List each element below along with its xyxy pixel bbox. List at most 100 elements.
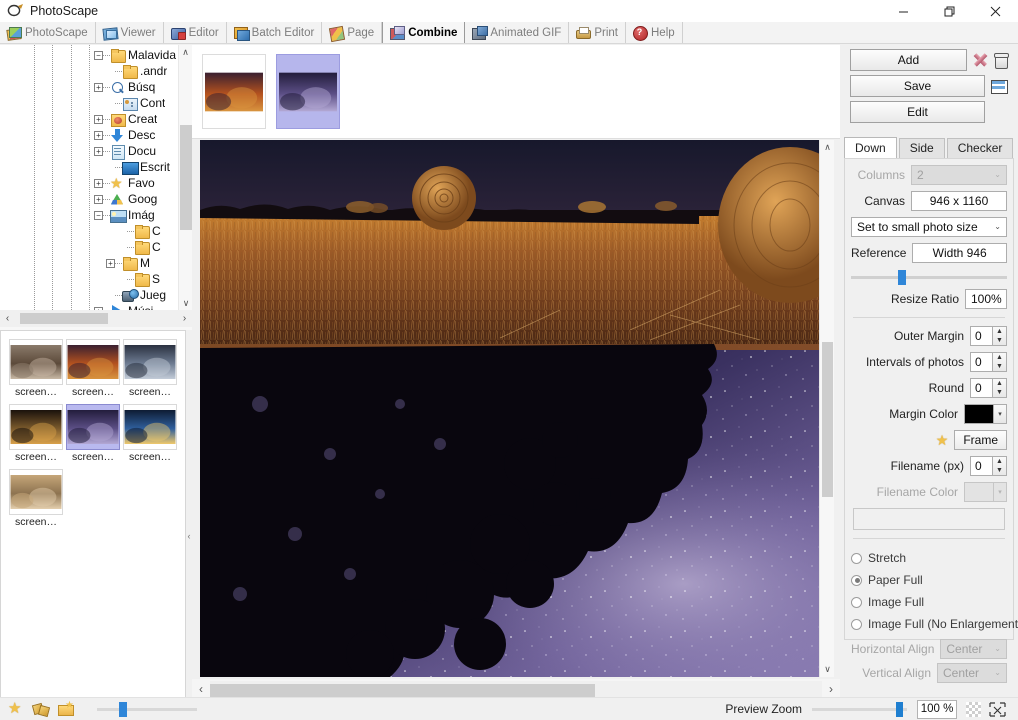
add-favorite-icon[interactable] xyxy=(33,702,50,717)
reference-slider-knob[interactable] xyxy=(897,269,906,285)
fit-option-paper-full[interactable]: Paper Full xyxy=(851,569,1007,591)
thumbnail-item[interactable]: screen… xyxy=(66,339,120,398)
tree-item[interactable]: + Favo xyxy=(0,175,192,192)
tree-expander-icon[interactable]: + xyxy=(94,114,103,124)
filename-text-field[interactable] xyxy=(853,508,1005,530)
stepper-down-icon[interactable]: ▼ xyxy=(993,336,1006,345)
tree-hscroll-thumb[interactable] xyxy=(20,313,108,324)
stepper-down-icon[interactable]: ▼ xyxy=(993,388,1006,397)
mode-tab-help[interactable]: Help xyxy=(626,22,683,43)
mode-tab-viewer[interactable]: Viewer xyxy=(96,22,164,43)
intervals-value[interactable]: 0 xyxy=(970,352,992,372)
thumbnail-item[interactable]: screen… xyxy=(9,404,63,463)
checkerboard-icon[interactable] xyxy=(966,701,981,717)
maximize-button[interactable] xyxy=(926,0,972,22)
tree-item[interactable]: S xyxy=(0,271,192,287)
favorites-star-icon[interactable] xyxy=(8,699,25,717)
thumbnail-image-cat-on-wood[interactable] xyxy=(9,339,63,385)
tab-checker[interactable]: Checker xyxy=(946,138,1014,158)
preview-horizontal-scrollbar[interactable]: ‹ › xyxy=(192,679,840,699)
mode-tab-page[interactable]: Page xyxy=(322,22,383,43)
frame-button[interactable]: Frame xyxy=(954,430,1007,450)
thumbnail-item[interactable]: screen… xyxy=(123,339,177,398)
round-value[interactable]: 0 xyxy=(970,378,992,398)
tree-expander-icon[interactable]: + xyxy=(106,258,115,268)
thumbnail-image-seal-on-sand[interactable] xyxy=(9,469,63,515)
tree-expander-icon[interactable]: + xyxy=(94,178,103,188)
tree-scroll-thumb[interactable] xyxy=(180,125,192,230)
stepper-down-icon[interactable]: ▼ xyxy=(993,466,1006,475)
tree-item[interactable]: C xyxy=(0,239,192,255)
filmstrip-item-milky-way-night[interactable] xyxy=(276,54,340,129)
tree-item[interactable]: C xyxy=(0,223,192,239)
tree-item[interactable]: Escrit xyxy=(0,159,192,175)
mode-tab-combine[interactable]: Combine xyxy=(382,22,466,43)
tab-side[interactable]: Side xyxy=(898,138,945,158)
preview-hscroll-track[interactable] xyxy=(210,680,822,698)
outer-margin-stepper[interactable]: 0 ▲ ▼ xyxy=(970,326,1007,346)
tree-item[interactable]: + Goog xyxy=(0,191,192,207)
combine-preview-canvas[interactable] xyxy=(200,140,820,677)
thumbnail-image-hay-bale-sunset[interactable] xyxy=(66,339,120,385)
thumbnail-size-slider[interactable] xyxy=(97,701,197,717)
folder-tree[interactable]: − Malavida .andr + Búsq Cont + Creat + Desc + Docu E… xyxy=(0,45,192,310)
tree-expander-icon[interactable]: − xyxy=(94,210,103,220)
tree-item[interactable]: − Malavida xyxy=(0,47,192,63)
minimize-button[interactable] xyxy=(880,0,926,22)
tree-item[interactable]: + Búsq xyxy=(0,79,192,95)
round-stepper[interactable]: 0 ▲ ▼ xyxy=(970,378,1007,398)
tree-item[interactable]: + M xyxy=(0,255,192,271)
preview-zoom-track[interactable] xyxy=(812,701,907,717)
thumbnail-image-bird-on-branch[interactable] xyxy=(9,404,63,450)
thumbnail-image-milky-way-night[interactable] xyxy=(66,404,120,450)
tree-expander-icon[interactable]: + xyxy=(94,194,103,204)
preview-scroll-up-button[interactable]: ∧ xyxy=(820,140,835,155)
thumbnail-image-city-coastline-night[interactable] xyxy=(123,404,177,450)
filename-size-arrows[interactable]: ▲ ▼ xyxy=(992,456,1007,476)
mode-tab-animated-gif[interactable]: Animated GIF xyxy=(465,22,570,43)
open-folder-icon[interactable] xyxy=(58,700,75,717)
canvas-value-field[interactable]: 946 x 1160 xyxy=(911,191,1007,211)
tree-item[interactable]: + Docu xyxy=(0,143,192,160)
filename-size-value[interactable]: 0 xyxy=(970,456,992,476)
intervals-arrows[interactable]: ▲ ▼ xyxy=(992,352,1007,372)
fit-option-image-full[interactable]: Image Full xyxy=(851,591,1007,613)
preview-scroll-thumb[interactable] xyxy=(822,342,833,497)
tree-item[interactable]: +Músi xyxy=(0,303,192,310)
stepper-up-icon[interactable]: ▲ xyxy=(993,457,1006,466)
mode-tab-print[interactable]: Print xyxy=(569,22,626,43)
tree-item[interactable]: Jueg xyxy=(0,287,192,303)
reference-slider-track[interactable] xyxy=(851,269,1007,285)
save-button[interactable]: Save xyxy=(850,75,985,97)
tree-scroll-down-button[interactable]: ∨ xyxy=(179,296,192,310)
fit-to-window-icon[interactable] xyxy=(989,701,1006,717)
thumbnail-size-track[interactable] xyxy=(97,701,197,717)
fit-option-stretch[interactable]: Stretch xyxy=(851,547,1007,569)
preview-hscroll-left-button[interactable]: ‹ xyxy=(192,679,210,699)
radio-button[interactable] xyxy=(851,596,862,608)
thumbnail-browser[interactable]: screen… screen… screen… screen… screen… scree… xyxy=(0,330,186,720)
trash-icon[interactable] xyxy=(992,51,1009,69)
radio-button[interactable] xyxy=(851,618,862,630)
close-button[interactable] xyxy=(972,0,1018,22)
clear-all-icon[interactable] xyxy=(972,51,988,69)
thumbnail-item[interactable]: screen… xyxy=(123,404,177,463)
mode-tab-batch-editor[interactable]: Batch Editor xyxy=(227,22,323,43)
fit-option-image-full-no-enlargement-[interactable]: Image Full (No Enlargement) xyxy=(851,613,1018,635)
tree-hscroll-right-button[interactable]: › xyxy=(177,310,192,327)
radio-button[interactable] xyxy=(851,552,862,564)
preview-zoom-knob[interactable] xyxy=(895,701,903,717)
tree-item[interactable]: .andr xyxy=(0,63,192,79)
thumbnail-item[interactable]: screen… xyxy=(9,339,63,398)
thumbnail-item[interactable]: screen… xyxy=(66,404,120,463)
filename-color-picker[interactable]: ▾ xyxy=(964,482,1007,502)
tree-expander-icon[interactable]: − xyxy=(94,50,103,60)
filename-color-swatch[interactable] xyxy=(964,482,994,502)
edit-button[interactable]: Edit xyxy=(850,101,985,123)
margin-color-dropdown-icon[interactable]: ▾ xyxy=(994,404,1007,424)
thumbnail-item[interactable]: screen… xyxy=(9,469,63,528)
tree-horizontal-scrollbar[interactable]: ‹ › xyxy=(0,310,192,327)
resize-ratio-field[interactable]: 100% xyxy=(965,289,1007,309)
tab-down[interactable]: Down xyxy=(844,137,897,158)
margin-color-picker[interactable]: ▾ xyxy=(964,404,1007,424)
